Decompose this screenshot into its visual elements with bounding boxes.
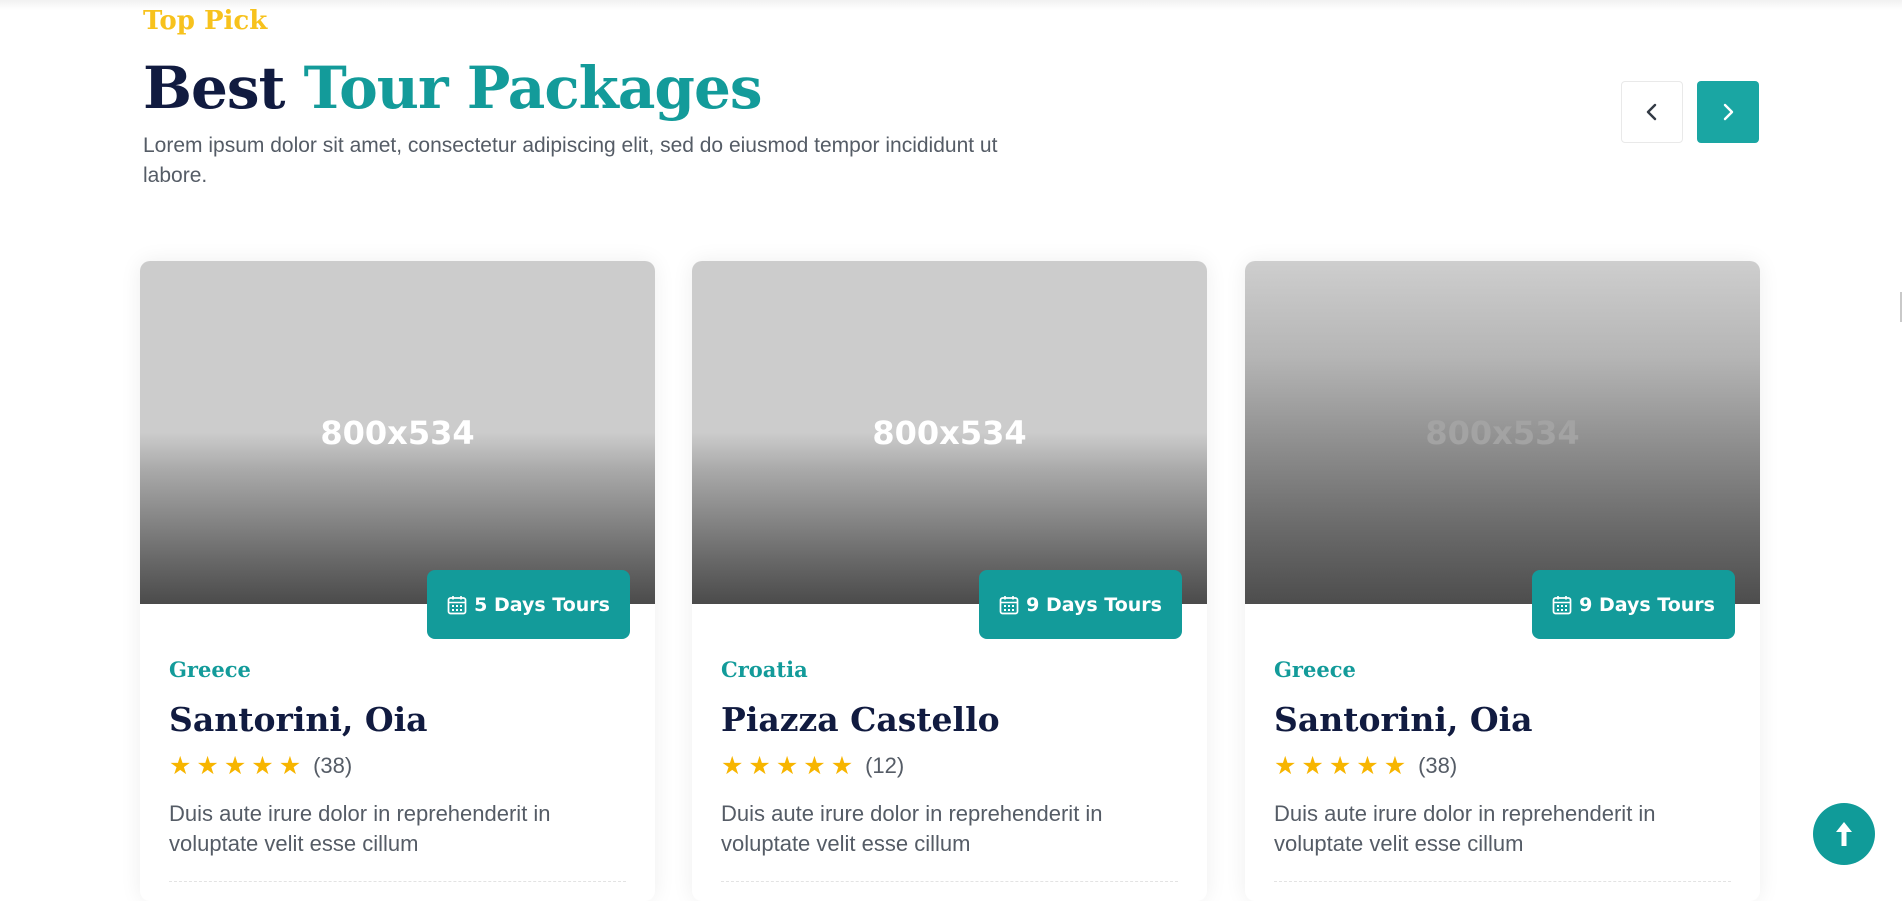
rating: ★ ★ ★ ★ ★ (12) [721,752,904,780]
tour-description: Duis aute irure dolor in reprehenderit i… [169,801,551,856]
star-icon: ★ [223,752,247,780]
tour-image-placeholder[interactable]: 800x534 [140,261,655,604]
image-size-label: 800x534 [320,414,475,452]
star-icon: ★ [1328,752,1352,780]
tour-image-placeholder[interactable]: 800x534 [1245,261,1760,604]
star-icon: ★ [1301,752,1324,780]
duration-label: 9 Days Tours [1026,593,1162,616]
image-size-label: 800x534 [872,414,1027,452]
tour-country[interactable]: Greece [1274,657,1356,682]
rating: ★ ★ ★ ★ ★ (38) [169,752,352,780]
star-icon: ★ [278,752,302,780]
star-icon: ★ [748,752,771,780]
review-count: (12) [865,753,905,778]
duration-label: 9 Days Tours [1579,593,1715,616]
carousel-next-button[interactable] [1697,81,1759,143]
card-divider [1274,881,1731,882]
tour-title[interactable]: Piazza Castello [721,698,1000,742]
star-icon: ★ [169,752,192,780]
section-subtitle: Lorem ipsum dolor sit amet, consectetur … [143,134,998,187]
star-icon: ★ [803,752,826,780]
star-icon: ★ [1274,752,1297,780]
star-icon: ★ [251,752,274,780]
tour-country[interactable]: Croatia [721,657,808,682]
star-icon: ★ [775,752,799,780]
header-shadow [0,0,1902,10]
star-icon: ★ [721,752,744,780]
star-icon: ★ [196,752,219,780]
star-icon: ★ [1383,752,1407,780]
card-divider [721,881,1178,882]
review-count: (38) [313,753,353,778]
tour-card[interactable]: 800x534 5 Days Tours Greece Santorini, O… [140,261,655,901]
tour-title[interactable]: Santorini, Oia [169,698,428,742]
section-title-accent: Tour Packages [303,54,763,122]
scroll-to-top-button[interactable] [1813,803,1875,865]
tour-description: Duis aute irure dolor in reprehenderit i… [1274,801,1656,856]
arrow-up-icon [1836,822,1852,846]
tour-title[interactable]: Santorini, Oia [1274,698,1533,742]
chevron-left-icon [1646,103,1657,121]
section-title: Best Tour Packages [143,52,763,124]
duration-badge: 5 Days Tours [427,570,630,639]
calendar-icon [1552,595,1572,615]
tour-card[interactable]: 800x534 9 Days Tours Croatia Piazza Cast… [692,261,1207,901]
chevron-right-icon [1723,103,1734,121]
duration-badge: 9 Days Tours [1532,570,1735,639]
review-count: (38) [1418,753,1458,778]
star-icon: ★ [830,752,854,780]
section-title-part1: Best [143,54,285,122]
calendar-icon [447,595,467,615]
duration-label: 5 Days Tours [474,593,610,616]
image-size-label: 800x534 [1425,414,1580,452]
duration-badge: 9 Days Tours [979,570,1182,639]
section-eyebrow: Top Pick [143,6,268,36]
tour-description: Duis aute irure dolor in reprehenderit i… [721,801,1103,856]
tour-card[interactable]: 800x534 9 Days Tours Greece Santorini, O… [1245,261,1760,901]
carousel-prev-button[interactable] [1621,81,1683,143]
tour-country[interactable]: Greece [169,657,251,682]
calendar-icon [999,595,1019,615]
card-divider [169,881,626,882]
rating: ★ ★ ★ ★ ★ (38) [1274,752,1457,780]
tour-image-placeholder[interactable]: 800x534 [692,261,1207,604]
star-icon: ★ [1356,752,1379,780]
